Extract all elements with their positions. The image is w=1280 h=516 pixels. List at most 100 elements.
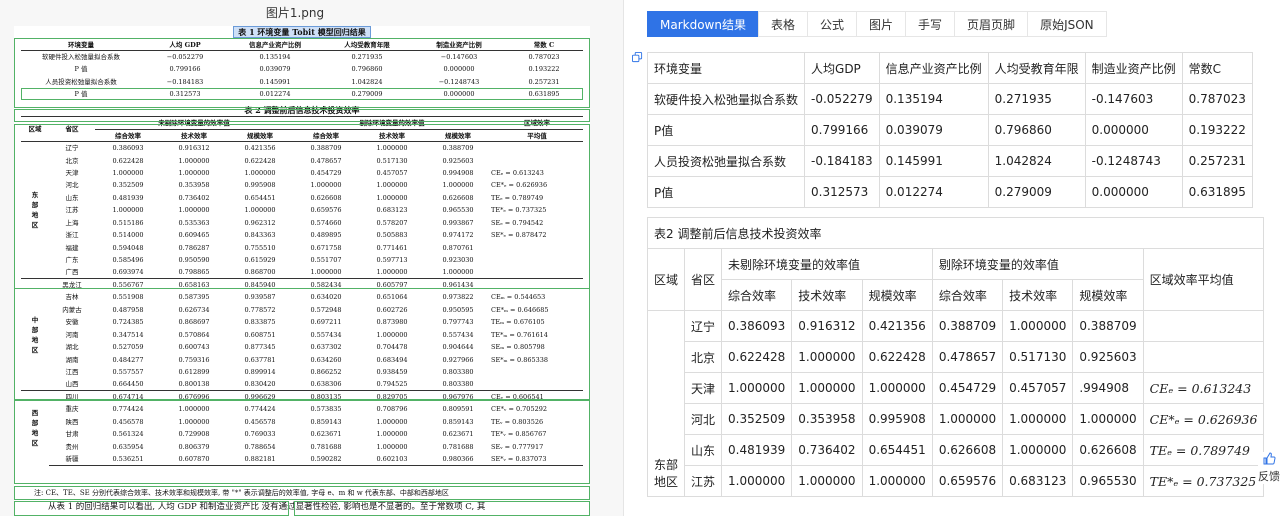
md-t2-sub-cell: 综合效率 (721, 279, 793, 311)
scan-t2-cell: 浙江 (65, 231, 79, 240)
scan-t2-cell: 0.868697 (178, 318, 210, 327)
scan-t2-h-avg: 区域效率 (491, 116, 583, 130)
scan-t2-cell: 0.634260 (310, 355, 342, 364)
scan-t2-cell: 0.774424 (244, 405, 276, 414)
md-t2-row: 江苏 1.000000 1.000000 1.000000 0.659576 0.6831… (648, 465, 1265, 497)
scan-t2-cell: 0.623671 (310, 430, 342, 439)
md-t1-cell: 1.042824 (987, 145, 1086, 177)
scan-t2-cell: 0.594048 (112, 243, 144, 252)
scan-t2-cell: 0.487958 (112, 305, 144, 314)
scan-t2-cell: 0.626608 (310, 193, 342, 202)
scan-t2-cell: 1.000000 (376, 193, 408, 202)
scan-t2-cell: 0.729908 (178, 430, 210, 439)
scan-t2-cell: 0.704478 (376, 343, 408, 352)
md-t1-cell: P值 (646, 176, 806, 208)
copy-icon[interactable] (632, 52, 643, 63)
md-t2-cell: 0.388709 (1072, 310, 1144, 342)
tab-3[interactable]: 图片 (856, 11, 907, 37)
markdown-table1: 环境变量 人均GDP 信息产业资产比例 人均受教育年限 制造业资产比例 常数C 软硬件投入松… (646, 52, 1253, 208)
scan-t2-region: 中部地区 (21, 278, 49, 391)
tab-1[interactable]: 表格 (757, 11, 808, 37)
md-t2-avg-cell (1142, 341, 1265, 373)
scan-t2-avg-cell: TE*ᵥ = 0.856767 (491, 430, 547, 439)
scan-t2-cell: 0.585496 (112, 256, 144, 265)
scan-t2-cell: 0.809591 (442, 405, 474, 414)
md-t1-row: 人员投资松弛量拟合系数 -0.184183 0.145991 1.042824 -0.1… (646, 145, 1253, 177)
scan-t2-cell: 0.353958 (178, 181, 210, 190)
scan-t2-cell: 0.771461 (376, 243, 408, 252)
tab-4[interactable]: 手写 (905, 11, 956, 37)
scan-t2-cell: 重庆 (65, 405, 79, 414)
scan-t2-cell: 0.587395 (178, 293, 210, 302)
scan-t2-cell: 0.605797 (359, 278, 425, 292)
feedback-label: 反馈 (1258, 470, 1280, 483)
scan-t1-header-cell: 常数 C (505, 37, 583, 52)
scan-t2-row: 湖南 0.484277 0.759316 0.637781 0.634260 0.6834… (21, 353, 583, 365)
scan-t2-cell: 0.693974 (112, 268, 144, 277)
md-t2-cell: 0.388709 (931, 310, 1004, 342)
scan-t2-cell: 上海 (65, 218, 79, 227)
md-t2-cell: 1.000000 (861, 465, 933, 497)
scan-t2-cell: 河南 (65, 330, 79, 339)
scan-t1-cell: −0.147603 (440, 53, 478, 62)
md-t2-cell: 1.000000 (721, 465, 793, 497)
md-t1-cell: 0.271935 (987, 83, 1086, 115)
scan-t2-cell: 山西 (65, 380, 79, 389)
md-t2-cell: 0.683123 (1002, 465, 1074, 497)
scan-table1-title: 表 1 环境变量 Tobit 模型回归结果 (14, 26, 590, 38)
md-t2-cell: 0.622428 (721, 341, 793, 373)
scan-t2-cell: 0.781688 (310, 442, 342, 451)
scan-t2-row: 江苏 1.000000 1.000000 1.000000 0.659576 0.6831… (21, 204, 583, 216)
md-t2-sub-cell: 综合效率 (931, 279, 1004, 311)
tab-2[interactable]: 公式 (807, 11, 858, 37)
md-t2-sub-cell: 规模效率 (1072, 279, 1144, 311)
md-t1-cell: 0.039079 (878, 114, 989, 146)
scan-t2-cell: 0.622428 (244, 156, 276, 165)
scan-t2-cell: 0.637781 (244, 355, 276, 364)
feedback-button[interactable]: 反馈 (1258, 452, 1280, 484)
scan-t2-row: 河南 0.347514 0.570864 0.608751 0.557434 1.0000… (21, 328, 583, 340)
scan-t2-avg-cell: SEₑ = 0.794542 (491, 218, 544, 227)
scan-t2-cell: 0.781688 (442, 442, 474, 451)
scan-t2-cell: 0.658163 (161, 278, 227, 292)
md-t2-cell: 辽宁 (684, 310, 723, 342)
md-t2-cell: 山东 (684, 434, 723, 466)
scan-t2-cell: 0.386093 (95, 141, 161, 155)
md-t1-header: 环境变量 人均GDP 信息产业资产比例 人均受教育年限 制造业资产比例 常数C (646, 52, 1253, 84)
scan-t2-avg-cell (491, 366, 583, 378)
scan-t2-row: 福建 0.594048 0.786287 0.755510 0.671758 0.7714… (21, 241, 583, 253)
md-t1-cell: 0.000000 (1084, 114, 1183, 146)
scan-t2-avg-cell: SE*ₑ = 0.878472 (491, 231, 547, 240)
scan-t1-cell: 0.631895 (505, 87, 583, 101)
scan-t2-sub-cell: 技术效率 (161, 128, 227, 143)
md-t2-cell: 0.626608 (1072, 434, 1144, 466)
scan-t2-cell: 0.570864 (178, 330, 210, 339)
scan-t2-cell: 0.683494 (376, 355, 408, 364)
scan-t2-cell: 吉林 (65, 293, 79, 302)
scan-t2-row: 中部地区 黑龙江 0.556767 0.658163 0.845940 0.582434 0… (21, 278, 583, 391)
scan-t2-cell: 0.724385 (112, 318, 144, 327)
scan-t2-cell: 1.000000 (244, 206, 276, 215)
scan-t1-cell: 0.000000 (413, 87, 505, 101)
scan-t2-cell: 0.388709 (425, 141, 491, 155)
scan-t2-cell: 0.535363 (178, 218, 210, 227)
md-t1-cell: 0.631895 (1181, 176, 1253, 208)
scan-t2-cell: 0.755510 (244, 243, 276, 252)
md-t2-sub-cell: 技术效率 (1002, 279, 1074, 311)
tab-0[interactable]: Markdown结果 (647, 11, 759, 37)
md-t1-row: P值 0.312573 0.012274 0.279009 0.000000 0.6318… (646, 176, 1253, 208)
tab-6[interactable]: 原始JSON (1027, 11, 1107, 37)
tab-5[interactable]: 页眉页脚 (954, 11, 1029, 37)
md-t2-cell: 0.654451 (861, 434, 933, 466)
md-t2-h-adjusted: 剔除环境变量的效率值 (931, 248, 1144, 280)
scan-note: 注: CE、TE、SE 分别代表综合效率、技术效率和规模效率, 带 "*" 表示… (34, 489, 449, 497)
md-t2-region-label: 东部地区 (654, 458, 679, 489)
md-t2-cell: 0.457057 (1002, 372, 1074, 404)
scan-t2-cell: 福建 (65, 243, 79, 252)
md-t2-cell: 天津 (684, 372, 723, 404)
scan-t2-region-label: 西部地区 (31, 409, 39, 448)
scan-t2-avg-cell (491, 378, 583, 390)
scan-t2-cell: 0.967976 (425, 390, 491, 404)
scan-t2-cell: 0.797743 (442, 318, 474, 327)
scan-t1-cell: 0.279009 (321, 87, 413, 101)
